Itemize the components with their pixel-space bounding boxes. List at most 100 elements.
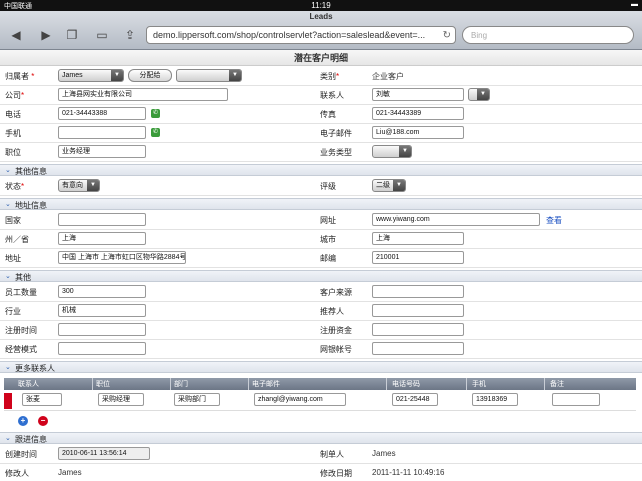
chevron-down-icon: ▼ bbox=[399, 146, 411, 157]
email-label: 电子邮件 bbox=[320, 129, 352, 138]
contact-dept-cell[interactable]: 采购部门 bbox=[174, 393, 220, 406]
status-bar: 中国联通 11:19 ▬ bbox=[0, 0, 642, 11]
row-title: 职位 业务经理 业务类型 ▼ bbox=[0, 143, 642, 162]
address-input[interactable]: 中国 上海市 上海市虹口区物华路2884号 bbox=[58, 251, 186, 264]
email-input[interactable]: Liu@188.com bbox=[372, 126, 464, 139]
mobile-input[interactable] bbox=[58, 126, 146, 139]
clock: 11:19 bbox=[311, 1, 331, 10]
col-header: 部门 bbox=[174, 381, 188, 388]
biztype-select[interactable]: ▼ bbox=[372, 145, 412, 158]
account-input[interactable] bbox=[372, 342, 464, 355]
contact-note-cell[interactable] bbox=[552, 393, 600, 406]
phone-call-icon[interactable]: ✆ bbox=[151, 109, 160, 118]
section-address[interactable]: ⌄ 地址信息 bbox=[0, 198, 642, 210]
website-input[interactable]: www.yiwang.com bbox=[372, 213, 540, 226]
source-input[interactable] bbox=[372, 285, 464, 298]
view-link[interactable]: 查看 bbox=[546, 215, 562, 226]
battery-icon: ▬ bbox=[631, 1, 638, 8]
country-input[interactable] bbox=[58, 213, 146, 226]
regdate-label: 注册时间 bbox=[5, 326, 37, 335]
row-address: 地址 中国 上海市 上海市虹口区物华路2884号 邮编 210001 bbox=[0, 249, 642, 268]
website-label: 网址 bbox=[320, 216, 336, 225]
chevron-down-icon: ▼ bbox=[111, 70, 123, 81]
chevron-down-icon: ▼ bbox=[477, 89, 489, 100]
contact-input[interactable]: 刘敏 bbox=[372, 88, 464, 101]
contact-mobile-cell[interactable]: 13918369 bbox=[472, 393, 518, 406]
section-title: 其他 bbox=[15, 273, 31, 282]
regdate-input[interactable] bbox=[58, 323, 146, 336]
forward-icon[interactable]: ▶ bbox=[36, 27, 56, 43]
row-mode: 经营模式 网银帐号 bbox=[0, 340, 642, 359]
section-other-info[interactable]: ⌄ 其他信息 bbox=[0, 164, 642, 176]
owner-label: 归属者 * bbox=[5, 72, 35, 81]
section-title: 其他信息 bbox=[15, 167, 47, 176]
mode-input[interactable] bbox=[58, 342, 146, 355]
chevron-down-icon[interactable]: ⌄ bbox=[5, 363, 11, 371]
page-title: 潜在客户明细 bbox=[0, 50, 642, 66]
col-header: 电话号码 bbox=[392, 381, 420, 388]
fax-input[interactable]: 021-34443389 bbox=[372, 107, 464, 120]
col-header: 电子邮件 bbox=[252, 381, 280, 388]
capital-label: 注册资金 bbox=[320, 326, 352, 335]
browser-toolbar: Leads ◀ ▶ ❐ ▭ ⇪ demo.lippersoft.com/shop… bbox=[0, 11, 642, 50]
section-more-contacts[interactable]: ⌄ 更多联系人 bbox=[0, 361, 642, 373]
contact-select[interactable]: ▼ bbox=[468, 88, 490, 101]
tabs-icon[interactable]: ❐ bbox=[62, 27, 82, 43]
province-input[interactable]: 上海 bbox=[58, 232, 146, 245]
rating-select[interactable]: 二级 ▼ bbox=[372, 179, 406, 192]
mobile-call-icon[interactable]: ✆ bbox=[151, 128, 160, 137]
capital-input[interactable] bbox=[372, 323, 464, 336]
col-header: 手机 bbox=[472, 381, 486, 388]
back-icon[interactable]: ◀ bbox=[6, 27, 26, 43]
chevron-down-icon[interactable]: ⌄ bbox=[5, 272, 11, 280]
city-input[interactable]: 上海 bbox=[372, 232, 464, 245]
industry-input[interactable]: 机械 bbox=[58, 304, 146, 317]
state-select[interactable]: 有意向 ▼ bbox=[58, 179, 100, 192]
company-input[interactable]: 上海县网实业有限公司 bbox=[58, 88, 228, 101]
chevron-down-icon[interactable]: ⌄ bbox=[5, 434, 11, 442]
contacts-table-header: 联系人 职位 部门 电子邮件 电话号码 手机 备注 bbox=[4, 378, 636, 390]
creator-label: 制单人 bbox=[320, 450, 344, 459]
assign-target-select[interactable]: ▼ bbox=[176, 69, 242, 82]
row-owner: 归属者 * James ▼ 分配给 ▼ 类别* 企业客户 bbox=[0, 67, 642, 86]
row-phone: 电话 021-34443388 ✆ 传真 021-34443389 bbox=[0, 105, 642, 124]
fax-label: 传真 bbox=[320, 110, 336, 119]
category-value: 企业客户 bbox=[372, 72, 404, 81]
contact-name-cell[interactable]: 张麦 bbox=[22, 393, 62, 406]
company-label: 公司* bbox=[5, 91, 25, 100]
zip-input[interactable]: 210001 bbox=[372, 251, 464, 264]
remove-row-icon[interactable]: − bbox=[38, 416, 48, 426]
chevron-down-icon: ▼ bbox=[87, 180, 99, 191]
owner-select[interactable]: James ▼ bbox=[58, 69, 124, 82]
staff-input[interactable]: 300 bbox=[58, 285, 146, 298]
province-label: 州／省 bbox=[5, 235, 29, 244]
referrer-input[interactable] bbox=[372, 304, 464, 317]
url-field[interactable]: demo.lippersoft.com/shop/controlservlet?… bbox=[146, 26, 456, 44]
reload-icon[interactable]: ↻ bbox=[443, 27, 451, 43]
share-icon[interactable]: ⇪ bbox=[120, 27, 140, 43]
section-other[interactable]: ⌄ 其他 bbox=[0, 270, 642, 282]
zip-label: 邮编 bbox=[320, 254, 336, 263]
assign-button[interactable]: 分配给 bbox=[128, 69, 172, 82]
section-trace[interactable]: ⌄ 跟进信息 bbox=[0, 432, 642, 444]
created-value: 2010-06-11 13:56:14 bbox=[58, 447, 150, 460]
modifier-value: James bbox=[58, 468, 82, 477]
created-label: 创建时间 bbox=[5, 450, 37, 459]
staff-label: 员工数量 bbox=[5, 288, 37, 297]
referrer-label: 推荐人 bbox=[320, 307, 344, 316]
row-staff: 员工数量 300 客户来源 bbox=[0, 283, 642, 302]
url-text: demo.lippersoft.com/shop/controlservlet?… bbox=[153, 30, 426, 40]
row-province: 州／省 上海 城市 上海 bbox=[0, 230, 642, 249]
contact-email-cell[interactable]: zhangl@yiwang.com bbox=[254, 393, 346, 406]
phone-input[interactable]: 021-34443388 bbox=[58, 107, 146, 120]
jobtitle-input[interactable]: 业务经理 bbox=[58, 145, 146, 158]
state-label: 状态* bbox=[5, 182, 25, 191]
add-row-icon[interactable]: + bbox=[18, 416, 28, 426]
contact-phone-cell[interactable]: 021-25448 bbox=[392, 393, 438, 406]
contact-position-cell[interactable]: 采购经理 bbox=[98, 393, 144, 406]
mobile-label: 手机 bbox=[5, 129, 21, 138]
chevron-down-icon[interactable]: ⌄ bbox=[5, 166, 11, 174]
search-input[interactable]: Bing bbox=[462, 26, 634, 44]
bookmarks-icon[interactable]: ▭ bbox=[92, 27, 112, 43]
chevron-down-icon[interactable]: ⌄ bbox=[5, 200, 11, 208]
